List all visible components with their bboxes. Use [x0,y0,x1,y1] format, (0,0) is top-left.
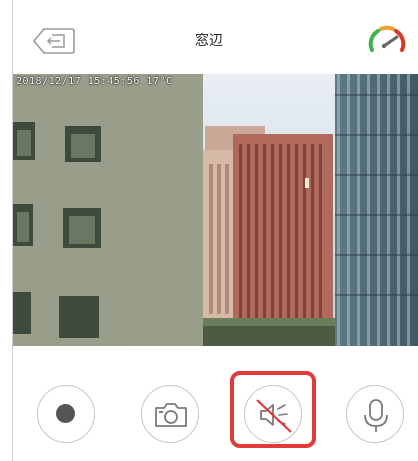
signal-gauge-icon [368,25,406,52]
record-button[interactable] [37,385,95,443]
page-title: 窓辺 [195,33,223,49]
signal-status-button[interactable] [364,22,408,62]
video-timestamp-overlay: 2018/12/17 15:45:56 17°C [16,76,173,87]
record-icon [56,404,75,423]
microphone-button[interactable] [346,385,404,443]
video-frame-image [13,74,418,346]
speaker-highlight-frame [230,371,316,448]
snapshot-button[interactable] [141,385,199,443]
microphone-icon [364,399,388,432]
camera-video-feed[interactable]: 2018/12/17 15:45:56 17°C [13,74,418,346]
camera-icon [155,403,187,427]
